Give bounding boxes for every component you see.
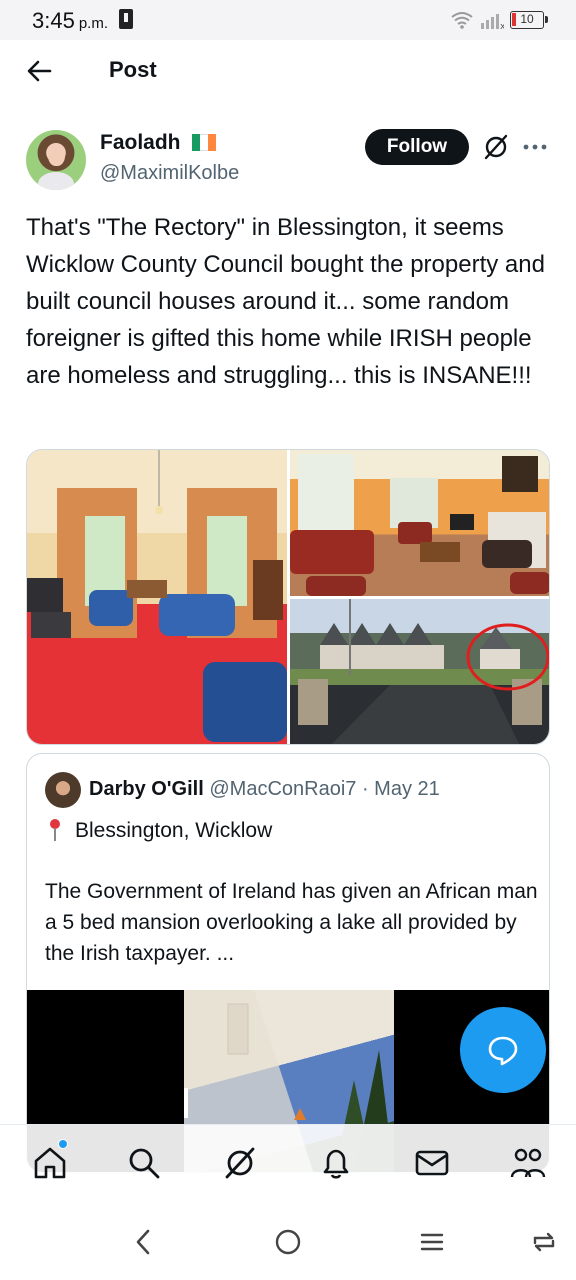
tab-communities[interactable] — [508, 1143, 548, 1183]
tab-grok[interactable] — [220, 1143, 260, 1183]
system-back-button[interactable] — [126, 1224, 162, 1260]
signal-icon: x — [481, 14, 504, 29]
quote-author-name[interactable]: Darby O'Gill — [89, 778, 204, 800]
post-text: That's "The Rectory" in Blessington, it … — [26, 214, 545, 389]
tab-notifications[interactable] — [316, 1143, 356, 1183]
grok-icon[interactable] — [481, 132, 511, 162]
author-name[interactable]: Faoladh — [100, 131, 217, 155]
avatar-shirt — [38, 172, 74, 190]
tab-home[interactable] — [30, 1143, 70, 1183]
status-ampm: p.m. — [78, 15, 109, 32]
ireland-flag-icon — [192, 134, 217, 151]
communities-icon — [510, 1148, 546, 1178]
bottom-tab-bar — [0, 1124, 576, 1202]
battery-icon: 10 — [510, 11, 548, 29]
author-avatar[interactable] — [26, 130, 86, 190]
page-title: Post — [109, 57, 157, 82]
system-recents-button[interactable] — [414, 1224, 450, 1260]
quote-separator: · — [356, 778, 375, 800]
rotate-icon — [533, 1232, 555, 1252]
status-icons: x 10 — [450, 10, 548, 30]
post-photo-lounge[interactable] — [290, 450, 549, 596]
more-options-icon[interactable] — [522, 137, 548, 157]
quoted-post-card[interactable]: Darby O'Gill @MacConRaoi7 · May 21 Bless… — [26, 753, 550, 1173]
quote-author-row: Darby O'Gill @MacConRaoi7 · May 21 — [89, 778, 440, 801]
system-navigation-bar — [0, 1202, 576, 1280]
system-home-button[interactable] — [270, 1224, 306, 1260]
follow-button[interactable]: Follow — [365, 129, 469, 165]
avatar-face — [48, 144, 65, 166]
search-icon — [129, 1148, 160, 1179]
street-illustration — [290, 599, 549, 744]
post-photo-living-room[interactable] — [27, 450, 287, 744]
author-name-text: Faoladh — [100, 131, 181, 154]
status-bar: 3:45 p.m. x 10 — [0, 0, 576, 40]
grok-icon — [225, 1147, 255, 1179]
menu-lines-icon — [420, 1233, 444, 1251]
quote-author-handle[interactable]: @MacConRaoi7 — [209, 778, 356, 800]
reply-bubble-icon — [488, 1036, 518, 1066]
system-rotate-button[interactable] — [526, 1224, 562, 1260]
location-text: Blessington, Wicklow — [75, 819, 273, 842]
status-time: 3:45 p.m. — [32, 8, 109, 33]
back-chevron-icon — [136, 1229, 150, 1255]
home-icon — [34, 1147, 66, 1179]
home-notification-dot — [58, 1139, 68, 1149]
wifi-icon — [451, 12, 473, 29]
home-circle-icon — [275, 1229, 301, 1255]
quote-date[interactable]: May 21 — [374, 778, 440, 800]
author-handle[interactable]: @MaximilKolbe — [100, 162, 239, 185]
media-grid — [26, 449, 550, 745]
post-header: Post — [0, 40, 576, 102]
quote-author-avatar[interactable] — [45, 772, 81, 808]
svg-text:x: x — [500, 22, 504, 29]
back-arrow-icon[interactable] — [24, 56, 54, 86]
mail-icon — [415, 1150, 449, 1176]
tab-messages[interactable] — [412, 1143, 452, 1183]
lock-icon — [119, 9, 133, 29]
compose-reply-button[interactable] — [460, 1007, 546, 1093]
living-room-illustration — [27, 450, 287, 742]
quote-text: The Government of Ireland has given an A… — [45, 880, 538, 965]
tab-search[interactable] — [124, 1143, 164, 1183]
location-pin-icon — [50, 819, 60, 841]
bell-icon — [323, 1149, 349, 1179]
lounge-illustration — [290, 454, 549, 596]
location-row: Blessington, Wicklow — [47, 818, 272, 843]
post-photo-street[interactable] — [290, 599, 549, 744]
battery-level: 10 — [520, 12, 534, 26]
